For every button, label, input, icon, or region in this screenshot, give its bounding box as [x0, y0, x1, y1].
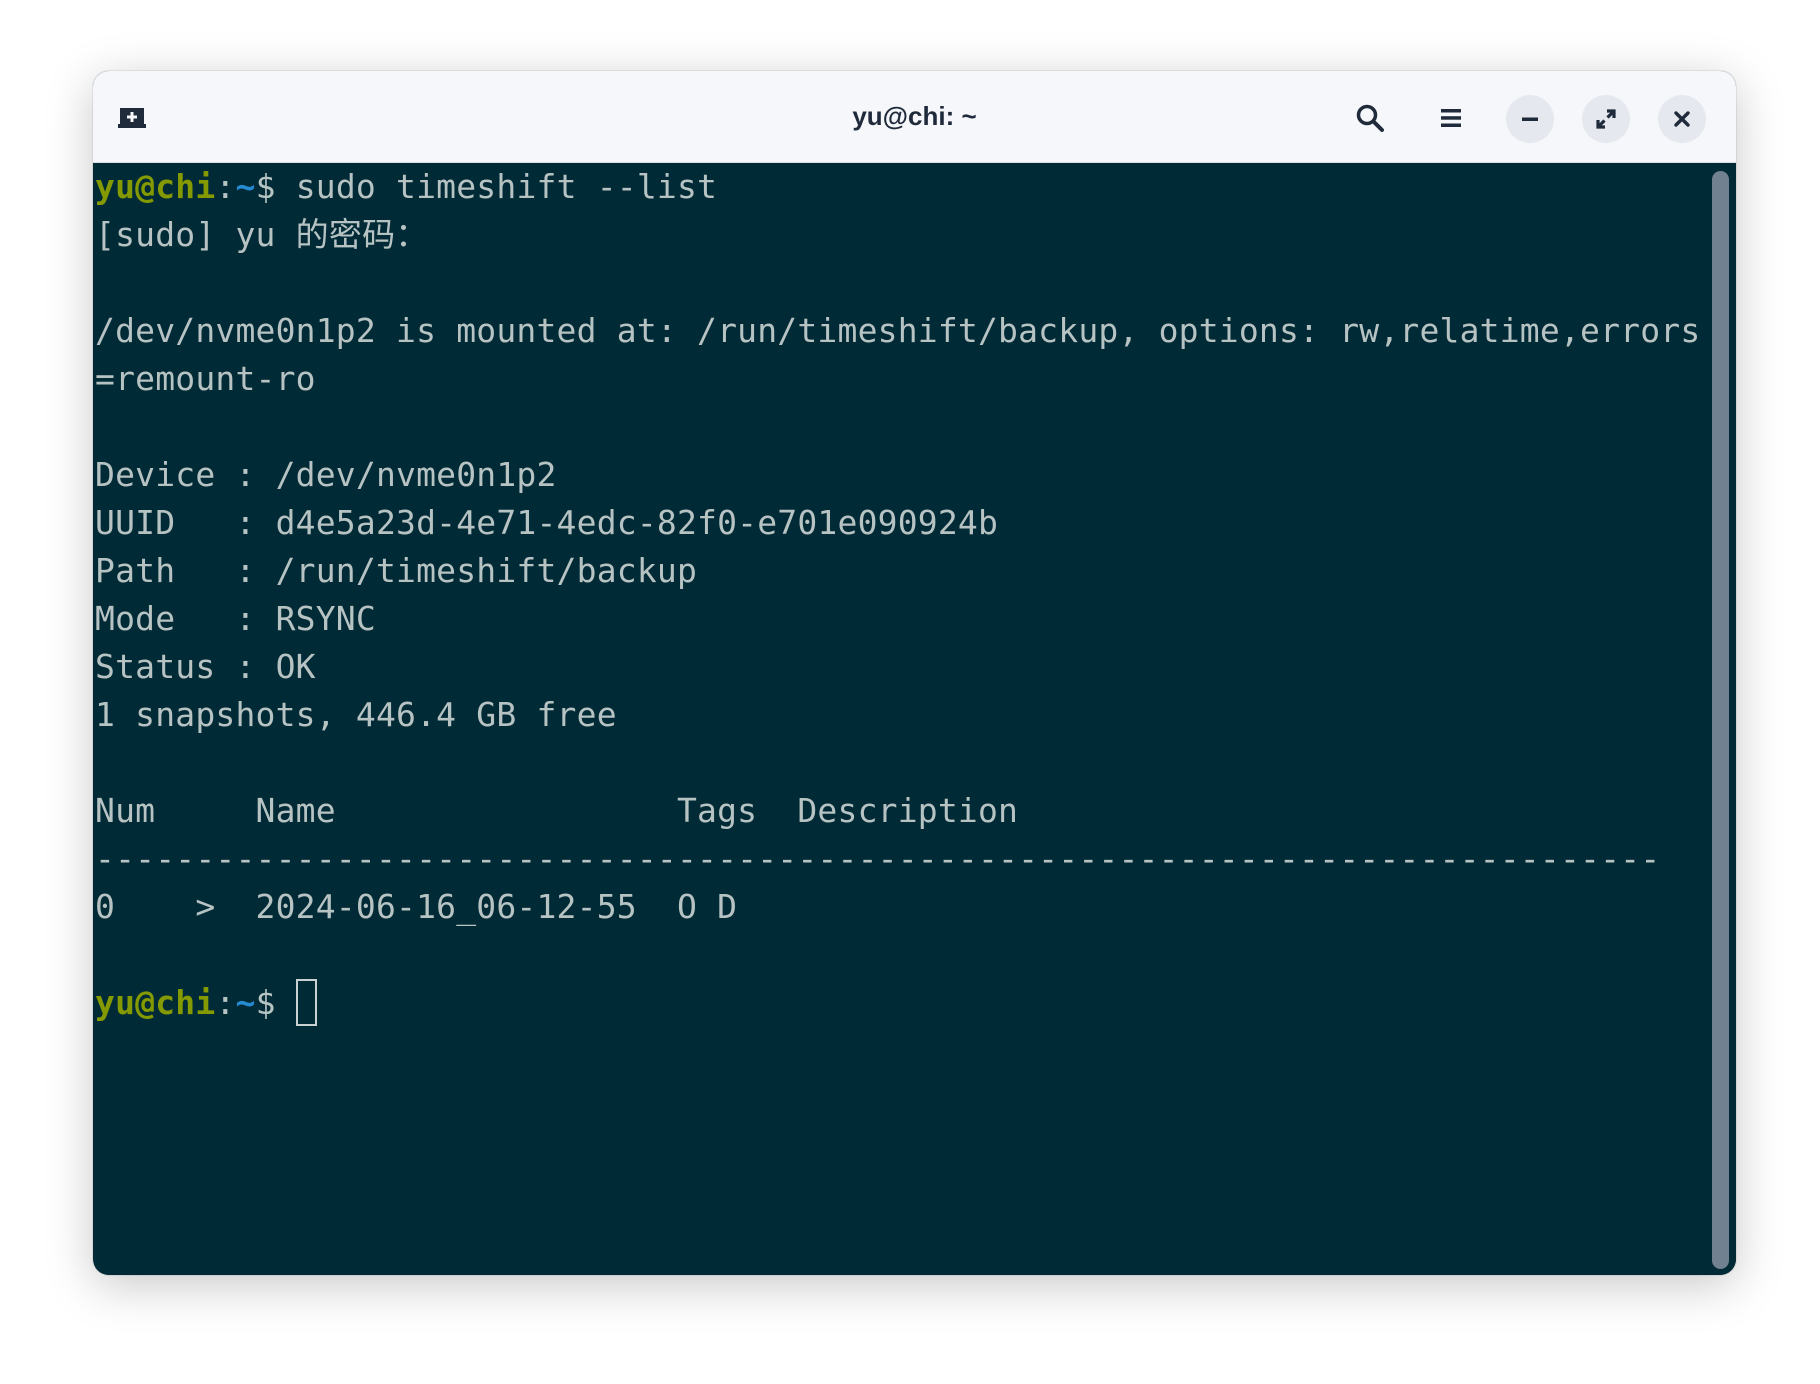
sudo-password-prompt: [sudo] yu 的密码：: [95, 215, 429, 254]
prompt-colon: :: [215, 983, 236, 1022]
prompt-line: yu@chi:~$ sudo timeshift --list: [95, 163, 717, 211]
prompt-symbol: $: [255, 167, 296, 206]
status-line: Status : OK: [95, 647, 316, 686]
prompt-path: ~: [235, 983, 256, 1022]
command-text: sudo timeshift --list: [295, 167, 718, 206]
menu-button[interactable]: [1429, 96, 1473, 140]
scrollbar[interactable]: [1705, 163, 1736, 1275]
maximize-icon: [1596, 109, 1616, 129]
terminal-output[interactable]: yu@chi:~$ sudo timeshift --list [sudo] y…: [95, 163, 1705, 1275]
device-line: Device : /dev/nvme0n1p2: [95, 455, 557, 494]
mount-info-line-1: /dev/nvme0n1p2 is mounted at: /run/times…: [95, 311, 1701, 350]
prompt-path: ~: [235, 167, 256, 206]
path-line: Path : /run/timeshift/backup: [95, 551, 698, 590]
prompt-symbol: $: [255, 983, 296, 1022]
prompt-line-active: yu@chi:~$: [95, 979, 317, 1027]
hamburger-menu-icon: [1441, 109, 1461, 127]
scrollbar-thumb[interactable]: [1712, 171, 1729, 1269]
table-separator: ----------------------------------------…: [95, 839, 1661, 878]
close-icon: [1674, 111, 1690, 127]
summary-line: 1 snapshots, 446.4 GB free: [95, 695, 617, 734]
title-bar: yu@chi: ~: [93, 71, 1736, 163]
prompt-colon: :: [215, 167, 236, 206]
mount-info-line-2: =remount-ro: [95, 359, 316, 398]
minimize-icon: [1522, 117, 1538, 121]
terminal-window: yu@chi: ~ yu@chi:~$ sudo timeshift --lis…: [93, 71, 1736, 1275]
text-cursor: [295, 979, 317, 1026]
maximize-button[interactable]: [1582, 95, 1630, 143]
prompt-user-host: yu@chi: [95, 983, 216, 1022]
search-button[interactable]: [1348, 96, 1392, 140]
mode-line: Mode : RSYNC: [95, 599, 376, 638]
minimize-button[interactable]: [1506, 95, 1554, 143]
window-title: yu@chi: ~: [852, 101, 977, 131]
table-row: 0 > 2024-06-16_06-12-55 O D: [95, 887, 738, 926]
search-icon: [1356, 104, 1384, 132]
close-button[interactable]: [1658, 95, 1706, 143]
uuid-line: UUID : d4e5a23d-4e71-4edc-82f0-e701e0909…: [95, 503, 999, 542]
prompt-user-host: yu@chi: [95, 167, 216, 206]
table-header: Num Name Tags Description: [95, 791, 1019, 830]
